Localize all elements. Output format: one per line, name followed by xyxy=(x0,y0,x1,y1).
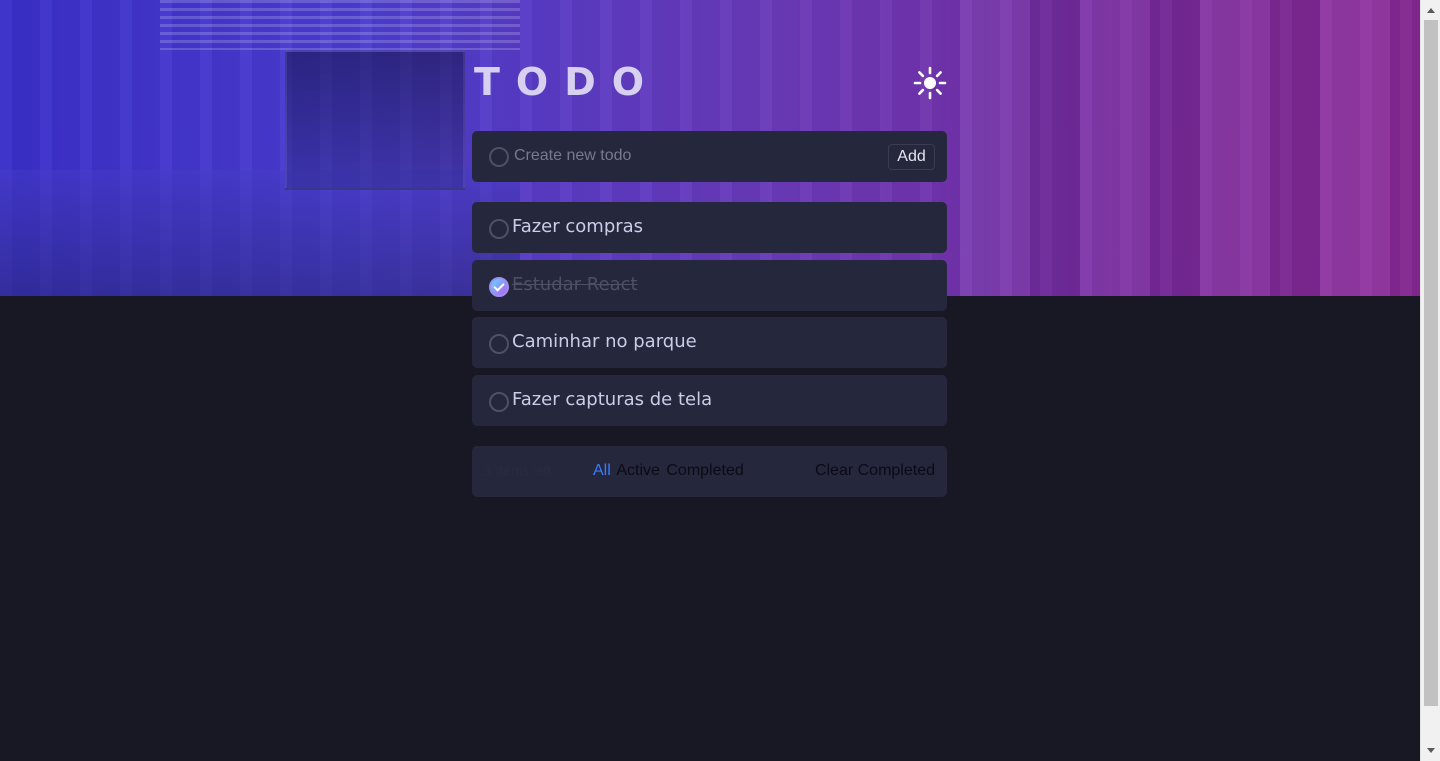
filter-completed[interactable]: Completed xyxy=(666,462,743,479)
clear-completed-button[interactable]: Clear Completed xyxy=(815,462,935,480)
todo-check-circle[interactable] xyxy=(489,334,509,354)
hero-doorway xyxy=(285,50,465,190)
add-todo-button[interactable]: Add xyxy=(888,144,935,170)
todo-item[interactable]: Fazer capturas de tela xyxy=(472,374,947,426)
new-todo-form: Add xyxy=(472,131,947,182)
sun-icon xyxy=(913,66,947,100)
todo-item-text: Estudar React xyxy=(512,273,638,295)
app-title: TODO xyxy=(474,60,661,104)
hero-pillars xyxy=(960,0,1420,296)
items-left-count: 3 items left xyxy=(484,464,553,478)
new-todo-input[interactable] xyxy=(514,141,874,171)
filter-active[interactable]: Active xyxy=(616,462,660,479)
todo-check-circle[interactable] xyxy=(489,391,509,412)
new-todo-check-circle[interactable] xyxy=(489,147,509,167)
todo-item[interactable]: Fazer compras xyxy=(472,202,947,253)
vertical-scrollbar[interactable] xyxy=(1420,0,1440,761)
filter-group: All Active Completed xyxy=(593,462,746,480)
todo-item-text: Fazer capturas de tela xyxy=(512,388,713,410)
filter-all[interactable]: All xyxy=(593,462,611,479)
todo-list: Fazer compras Estudar React Caminhar no … xyxy=(472,202,947,432)
app-header: TODO xyxy=(472,58,947,108)
scroll-down-arrow-icon[interactable] xyxy=(1427,748,1435,753)
theme-toggle-button[interactable] xyxy=(913,66,947,100)
todo-item[interactable]: Caminhar no parque xyxy=(472,317,947,368)
scrollbar-thumb[interactable] xyxy=(1424,20,1438,706)
todo-check-circle[interactable] xyxy=(489,276,509,297)
hero-ceiling xyxy=(160,0,520,50)
todo-item-text: Fazer compras xyxy=(512,216,644,237)
todo-footer: 3 items left All Active Completed Clear … xyxy=(472,446,947,497)
todo-check-circle[interactable] xyxy=(489,219,509,239)
todo-item[interactable]: Estudar React xyxy=(472,259,947,311)
todo-item-text: Caminhar no parque xyxy=(512,331,697,352)
scroll-up-arrow-icon[interactable] xyxy=(1427,8,1435,13)
